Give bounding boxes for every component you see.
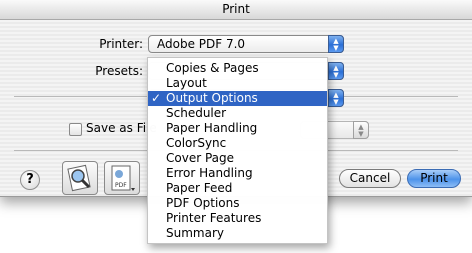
- help-button[interactable]: ?: [20, 170, 40, 190]
- menu-item-label: Printer Features: [166, 211, 262, 225]
- menu-item-label: Layout: [166, 76, 207, 90]
- menu-item[interactable]: Paper Feed: [148, 181, 327, 196]
- menu-item[interactable]: Cover Page: [148, 151, 327, 166]
- pdf-icon-label: PDF: [115, 182, 127, 189]
- printer-label: Printer:: [99, 37, 143, 51]
- panel-menu: Copies & Pages Layout ✓ Output Options Sched…: [147, 57, 328, 244]
- checkmark-icon: ✓: [151, 91, 162, 105]
- print-button[interactable]: Print: [407, 169, 461, 188]
- menu-item-label: Paper Handling: [166, 121, 258, 135]
- menu-item[interactable]: Summary: [148, 226, 327, 241]
- preview-button[interactable]: [62, 161, 98, 195]
- pdf-document-icon: PDF: [111, 165, 135, 191]
- menu-item-label: Scheduler: [166, 106, 227, 120]
- popup-arrows-icon: ▲ ▼: [328, 35, 344, 53]
- menu-item[interactable]: Copies & Pages: [148, 61, 327, 76]
- menu-item[interactable]: Layout: [148, 76, 327, 91]
- menu-item-label: Error Handling: [166, 166, 253, 180]
- preview-icon: [67, 164, 91, 192]
- presets-label: Presets:: [95, 64, 143, 78]
- menu-item-label: PDF Options: [166, 196, 240, 210]
- printer-value: Adobe PDF 7.0: [157, 37, 246, 51]
- menu-item[interactable]: ✓ Output Options: [148, 91, 327, 106]
- popup-arrows-icon: ▲ ▼: [328, 62, 344, 80]
- menu-item[interactable]: PDF Options: [148, 196, 327, 211]
- menu-item-label: ColorSync: [166, 136, 227, 150]
- menu-item-label: Copies & Pages: [166, 61, 259, 75]
- menu-item[interactable]: Paper Handling: [148, 121, 327, 136]
- popup-arrows-icon: ▲ ▼: [353, 121, 369, 139]
- menu-item-label: Cover Page: [166, 151, 235, 165]
- pdf-button[interactable]: PDF: [104, 161, 140, 195]
- menu-item-label: Summary: [166, 226, 224, 240]
- printer-popup[interactable]: Adobe PDF 7.0 ▲ ▼: [148, 35, 344, 53]
- save-as-file-checkbox[interactable]: [69, 123, 82, 136]
- cancel-button[interactable]: Cancel: [339, 169, 401, 188]
- menu-item[interactable]: ColorSync: [148, 136, 327, 151]
- menu-item[interactable]: Printer Features: [148, 211, 327, 226]
- popup-arrows-icon: ▲ ▼: [328, 89, 344, 107]
- menu-item[interactable]: Error Handling: [148, 166, 327, 181]
- window-title: Print: [0, 0, 472, 20]
- menu-item-label: Output Options: [166, 91, 258, 105]
- menu-item[interactable]: Scheduler: [148, 106, 327, 121]
- menu-item-label: Paper Feed: [166, 181, 233, 195]
